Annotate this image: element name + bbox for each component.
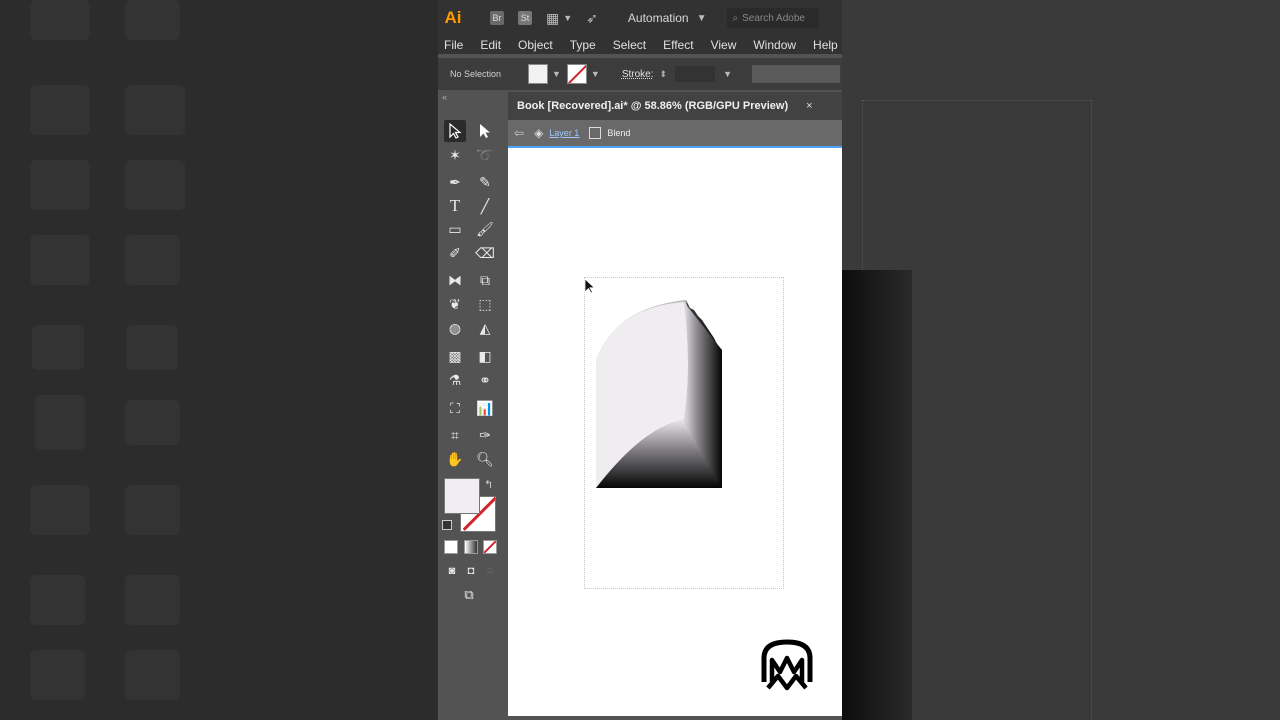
- draw-inside-icon[interactable]: ○: [479, 560, 501, 582]
- blurred-book-shadow: [842, 270, 912, 720]
- blend-tool-icon[interactable]: ⚭: [474, 369, 496, 391]
- chevron-down-icon[interactable]: ▼: [723, 69, 732, 79]
- pen-tool-icon[interactable]: ✒: [444, 171, 466, 193]
- selection-tool-icon[interactable]: [444, 120, 466, 142]
- blurred-background-right: [842, 0, 1280, 720]
- eyedropper-tool-icon[interactable]: ⚗: [444, 369, 466, 391]
- hand-tool-icon[interactable]: ✋: [444, 448, 466, 470]
- stepper-icon[interactable]: ⬍: [660, 69, 668, 80]
- artboard-tool-icon[interactable]: ⌗: [444, 424, 466, 446]
- bridge-icon[interactable]: Br: [490, 11, 504, 25]
- gpu-performance-icon[interactable]: ➶: [586, 10, 598, 27]
- workspace-switcher[interactable]: Automation: [628, 11, 689, 25]
- lasso-tool-icon[interactable]: ➰: [474, 144, 496, 166]
- variable-width-profile-field[interactable]: [752, 65, 840, 83]
- tools-panel: ✶ ➰ ✒ ✎ T ╱ ▭ 🖌 ✐ ⌫ ⧓ ⧉ ❦ ⬚ ◍ ◭ ▩ ◧ ⚗ ⚭ …: [440, 104, 506, 720]
- menu-type[interactable]: Type: [570, 38, 596, 52]
- mouse-cursor-icon: [584, 278, 596, 294]
- stroke-weight-field[interactable]: [675, 66, 716, 82]
- back-arrow-icon[interactable]: ⇦: [514, 126, 524, 140]
- warp-tool-icon[interactable]: ❦: [444, 293, 466, 315]
- mesh-tool-icon[interactable]: ▩: [444, 345, 466, 367]
- default-fill-stroke-icon[interactable]: [442, 520, 452, 530]
- rectangle-tool-icon[interactable]: ▭: [444, 218, 466, 240]
- magic-wand-tool-icon[interactable]: ✶: [444, 144, 466, 166]
- reflect-tool-icon[interactable]: ⧓: [444, 269, 466, 291]
- screen-mode-icon[interactable]: ⧉: [458, 584, 480, 606]
- stroke-color-swatch[interactable]: [566, 64, 587, 84]
- arrange-documents-icon[interactable]: ▦: [546, 10, 559, 27]
- color-mode-icon[interactable]: [444, 540, 458, 554]
- eraser-tool-icon[interactable]: ⌫: [474, 242, 496, 264]
- blend-group-icon: [589, 127, 602, 139]
- application-bar: Ai Br St ▦ ▼ ➶ Automation ▼ ⌕ Search Ado…: [438, 0, 842, 36]
- menu-view[interactable]: View: [711, 38, 737, 52]
- direct-selection-tool-icon[interactable]: [474, 120, 496, 142]
- swap-fill-stroke-icon[interactable]: ↰: [484, 478, 493, 491]
- gradient-tool-icon[interactable]: ◧: [474, 345, 496, 367]
- breadcrumb-layer[interactable]: Layer 1: [549, 128, 579, 138]
- stock-icon[interactable]: St: [518, 11, 532, 25]
- layers-icon: ◈: [534, 126, 544, 140]
- shaper-tool-icon[interactable]: ✐: [444, 242, 466, 264]
- menu-effect[interactable]: Effect: [663, 38, 693, 52]
- collapse-panel-icon[interactable]: «: [442, 92, 447, 102]
- illustrator-logo: Ai: [444, 8, 462, 27]
- symbol-sprayer-tool-icon[interactable]: ⛶: [444, 397, 466, 419]
- search-placeholder: Search Adobe: [742, 12, 805, 24]
- document-tab[interactable]: Book [Recovered].ai* @ 58.86% (RGB/GPU P…: [508, 92, 842, 120]
- menu-object[interactable]: Object: [518, 38, 553, 52]
- column-graph-tool-icon[interactable]: 📊: [474, 397, 496, 419]
- document-title: Book [Recovered].ai* @ 58.86% (RGB/GPU P…: [517, 100, 789, 112]
- menu-help[interactable]: Help: [813, 38, 838, 52]
- illustrator-window: Ai Br St ▦ ▼ ➶ Automation ▼ ⌕ Search Ado…: [438, 0, 842, 720]
- type-tool-icon[interactable]: T: [444, 195, 466, 217]
- book-blend-artwork[interactable]: [594, 298, 726, 490]
- control-bar: No Selection ▼ ▼ Stroke: ⬍ ▼: [438, 58, 842, 90]
- chevron-down-icon[interactable]: ▼: [591, 69, 600, 79]
- watermark-logo: [761, 639, 813, 691]
- line-segment-tool-icon[interactable]: ╱: [474, 195, 496, 217]
- free-transform-tool-icon[interactable]: ⬚: [474, 293, 496, 315]
- isolation-breadcrumb: ⇦ ◈ Layer 1 Blend: [508, 120, 842, 148]
- stroke-label[interactable]: Stroke:: [622, 69, 654, 80]
- close-icon[interactable]: ×: [806, 100, 812, 112]
- canvas[interactable]: [508, 148, 842, 716]
- chevron-down-icon[interactable]: ▼: [697, 13, 707, 24]
- perspective-grid-tool-icon[interactable]: ◭: [474, 317, 496, 339]
- zoom-tool-icon[interactable]: 🔍︎: [474, 448, 496, 470]
- menu-select[interactable]: Select: [613, 38, 646, 52]
- menu-bar: File Edit Object Type Select Effect View…: [438, 36, 842, 54]
- none-mode-icon[interactable]: [483, 540, 497, 554]
- breadcrumb-blend: Blend: [607, 128, 631, 138]
- menu-file[interactable]: File: [444, 38, 463, 52]
- blurred-background-left: [0, 0, 438, 720]
- chevron-down-icon[interactable]: ▼: [563, 13, 572, 23]
- paintbrush-tool-icon[interactable]: 🖌: [474, 218, 496, 240]
- search-icon: ⌕: [732, 12, 739, 24]
- chevron-down-icon[interactable]: ▼: [552, 69, 561, 79]
- slice-tool-icon[interactable]: ✑: [474, 424, 496, 446]
- fill-color-swatch[interactable]: [528, 64, 548, 84]
- shape-builder-tool-icon[interactable]: ◍: [444, 317, 466, 339]
- scale-tool-icon[interactable]: ⧉: [474, 269, 496, 291]
- fill-swatch[interactable]: [444, 478, 480, 514]
- menu-edit[interactable]: Edit: [480, 38, 501, 52]
- selection-status: No Selection: [450, 69, 502, 79]
- menu-window[interactable]: Window: [753, 38, 796, 52]
- curvature-tool-icon[interactable]: ✎: [474, 171, 496, 193]
- search-field[interactable]: ⌕ Search Adobe: [726, 8, 819, 28]
- gradient-mode-icon[interactable]: [464, 540, 478, 554]
